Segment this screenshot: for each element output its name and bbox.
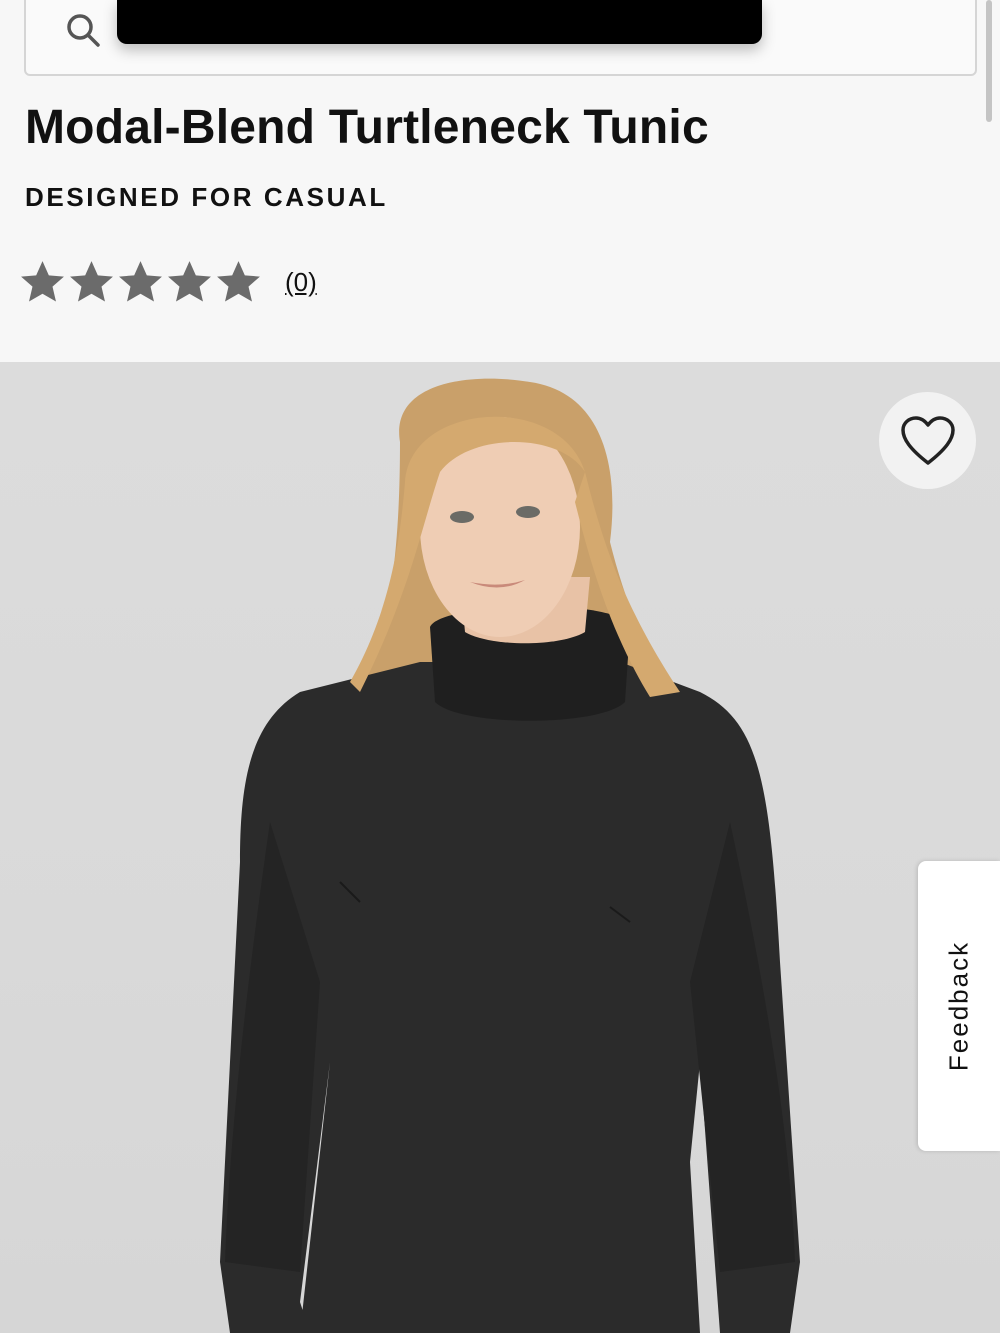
search-icon[interactable]	[64, 10, 104, 50]
scrollbar[interactable]	[986, 0, 992, 122]
review-count-link[interactable]: (0)	[285, 267, 317, 298]
feedback-label: Feedback	[943, 940, 974, 1072]
star-rating	[18, 258, 263, 307]
product-tagline: DESIGNED FOR CASUAL	[25, 182, 388, 212]
rating-row[interactable]: (0)	[18, 258, 317, 307]
feedback-tab[interactable]: Feedback	[918, 861, 1000, 1151]
star-icon	[21, 261, 64, 302]
product-image[interactable]	[0, 362, 1000, 1333]
star-icon	[119, 261, 162, 302]
product-title: Modal-Blend Turtleneck Tunic	[25, 101, 709, 154]
star-icon	[168, 261, 211, 302]
redaction-overlay	[117, 0, 762, 44]
heart-icon	[900, 415, 955, 465]
wishlist-button[interactable]	[879, 392, 976, 489]
product-photo-illustration	[220, 378, 800, 1333]
star-icon	[217, 261, 260, 302]
star-icon	[70, 261, 113, 302]
